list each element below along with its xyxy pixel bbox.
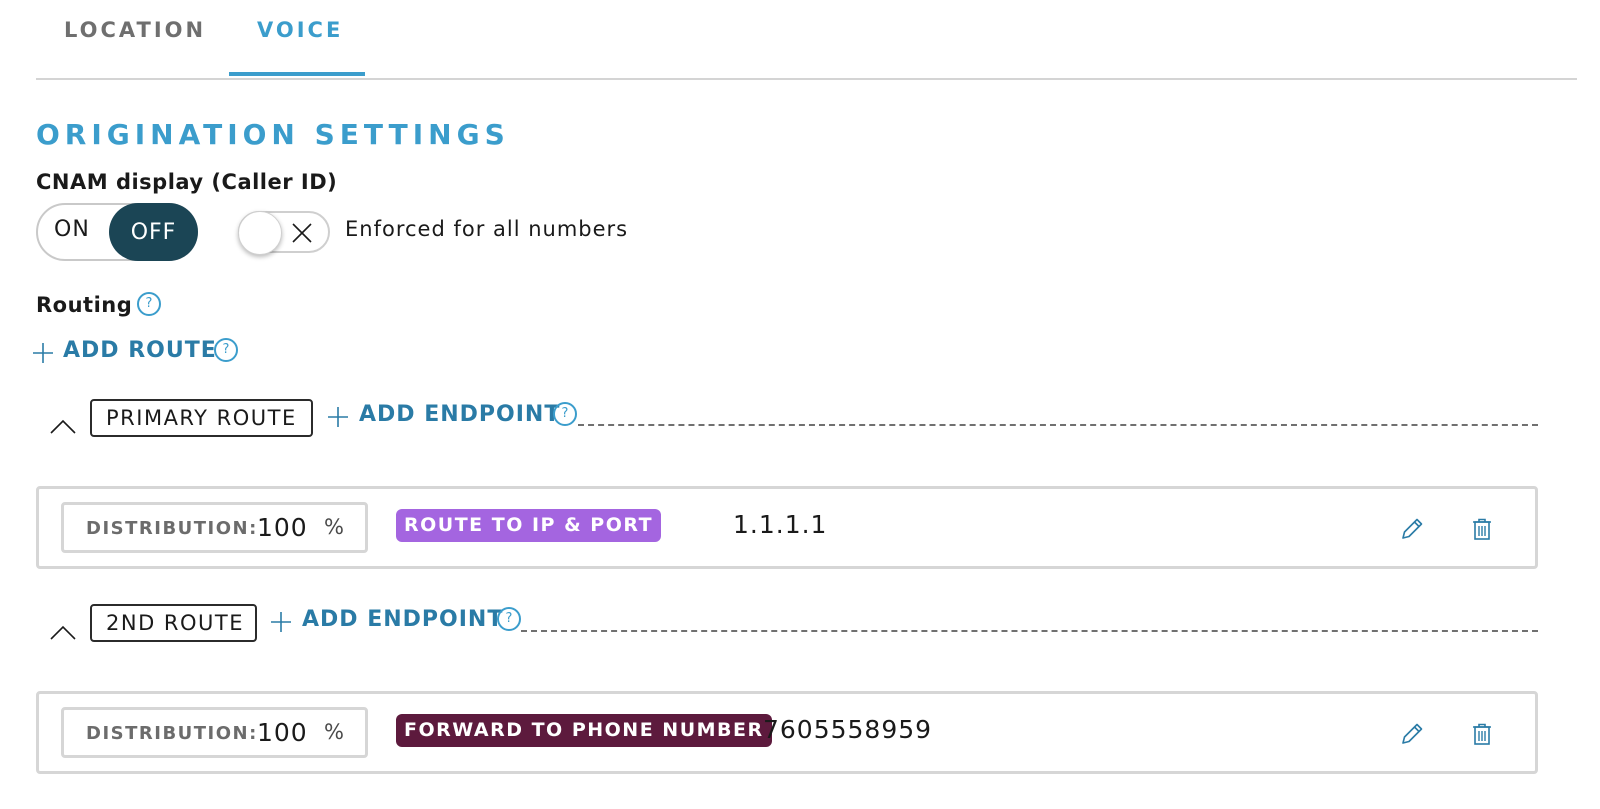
trash-icon[interactable] (1468, 515, 1496, 543)
add-endpoint-button-second[interactable]: ADD ENDPOINT (302, 607, 503, 632)
tab-voice[interactable]: VOICE (257, 18, 343, 42)
add-route-button[interactable]: ADD ROUTE (63, 338, 217, 363)
add-endpoint-help-icon[interactable]: ? (553, 402, 577, 426)
active-tab-indicator (229, 72, 365, 76)
routing-label: Routing (36, 293, 133, 317)
endpoint-card: DISTRIBUTION: 100 % FORWARD TO PHONE NUM… (36, 691, 1538, 774)
add-endpoint-button-primary[interactable]: ADD ENDPOINT (359, 402, 560, 427)
endpoint-type-badge: ROUTE TO IP & PORT (396, 509, 662, 542)
cnam-label: CNAM display (Caller ID) (36, 170, 338, 194)
tab-bar: LOCATION VOICE (36, 0, 1577, 80)
endpoint-type-badge: FORWARD TO PHONE NUMBER (396, 714, 772, 747)
distribution-field[interactable]: DISTRIBUTION: 100 % (61, 707, 368, 758)
chevron-up-icon[interactable] (48, 416, 78, 436)
plus-icon[interactable] (31, 341, 55, 365)
plus-icon[interactable] (326, 405, 350, 429)
pencil-icon[interactable] (1398, 515, 1426, 543)
chevron-up-icon[interactable] (48, 622, 78, 642)
add-route-help-icon[interactable]: ? (214, 338, 238, 362)
add-endpoint-help-icon[interactable]: ? (497, 607, 521, 631)
percent-sign: % (324, 720, 344, 744)
pencil-icon[interactable] (1398, 720, 1426, 748)
section-title: ORIGINATION SETTINGS (36, 118, 510, 151)
route-name-second[interactable]: 2ND ROUTE (90, 604, 257, 642)
endpoint-card: DISTRIBUTION: 100 % ROUTE TO IP & PORT 1… (36, 486, 1538, 569)
routing-help-icon[interactable]: ? (137, 292, 161, 316)
enforce-switch[interactable] (238, 211, 330, 255)
plus-icon[interactable] (269, 610, 293, 634)
x-icon (292, 223, 312, 243)
distribution-label: DISTRIBUTION: (86, 518, 258, 539)
cnam-toggle: ON OFF (36, 203, 198, 261)
distribution-label: DISTRIBUTION: (86, 723, 258, 744)
percent-sign: % (324, 515, 344, 539)
distribution-field[interactable]: DISTRIBUTION: 100 % (61, 502, 368, 553)
endpoint-value: 1.1.1.1 (733, 510, 828, 539)
cnam-on-option[interactable]: ON (54, 217, 90, 242)
cnam-off-option[interactable]: OFF (109, 203, 198, 261)
trash-icon[interactable] (1468, 720, 1496, 748)
route-name-primary[interactable]: PRIMARY ROUTE (90, 399, 313, 437)
switch-knob (238, 211, 282, 255)
distribution-value[interactable]: 100 (257, 718, 308, 747)
tab-location[interactable]: LOCATION (64, 18, 206, 42)
route-divider (578, 424, 1538, 426)
distribution-value[interactable]: 100 (257, 513, 308, 542)
enforce-label: Enforced for all numbers (345, 217, 629, 241)
endpoint-value: 7605558959 (763, 715, 933, 744)
route-divider (521, 630, 1538, 632)
